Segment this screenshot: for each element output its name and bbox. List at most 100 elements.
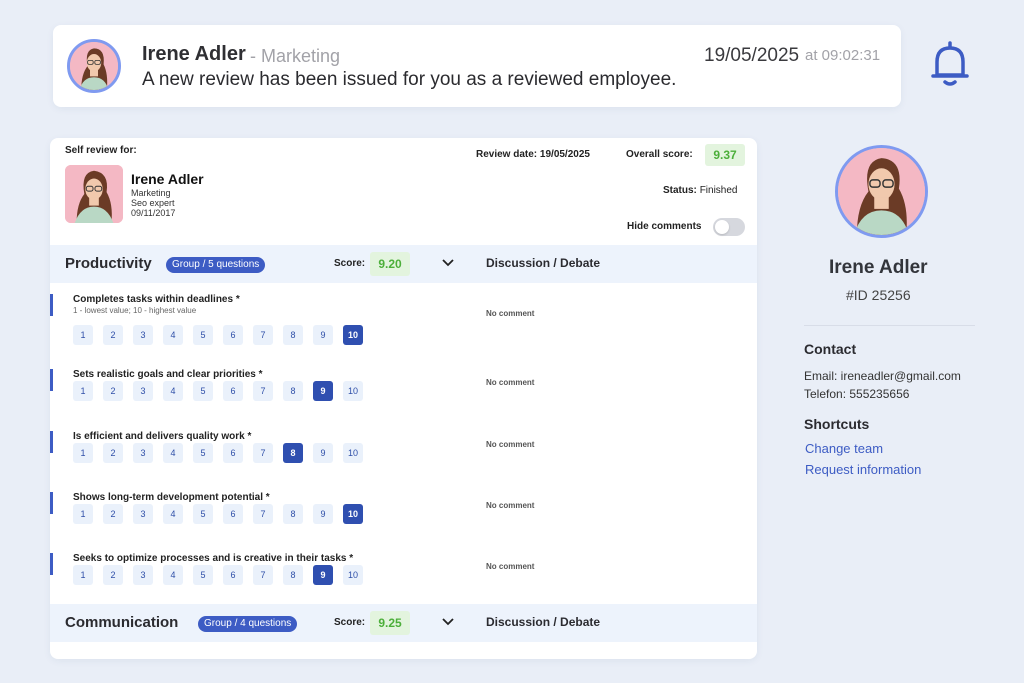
rating-option-4[interactable]: 4: [163, 325, 183, 345]
rating-option-10[interactable]: 10: [343, 325, 363, 345]
group-header-communication[interactable]: Communication Group / 4 questions Score:…: [50, 604, 757, 642]
rating-option-8[interactable]: 8: [283, 504, 303, 524]
rating-option-7[interactable]: 7: [253, 325, 273, 345]
question-marker: [50, 431, 53, 453]
rating-option-5[interactable]: 5: [193, 443, 213, 463]
rating-option-10[interactable]: 10: [343, 504, 363, 524]
shortcut-change-team[interactable]: Change team: [805, 441, 883, 456]
group-pill: Group / 5 questions: [166, 257, 266, 273]
notification-date: 19/05/2025: [704, 45, 800, 66]
rating-option-1[interactable]: 1: [73, 443, 93, 463]
rating-option-4[interactable]: 4: [163, 565, 183, 585]
discussion-link[interactable]: Discussion / Debate: [486, 615, 600, 629]
question-comment: No comment: [486, 562, 535, 571]
profile-name: Irene Adler: [829, 257, 928, 278]
group-score-badge: 9.25: [370, 611, 410, 635]
group-title: Communication: [65, 614, 179, 631]
group-score-label: Score:: [334, 258, 366, 269]
question-title: Completes tasks within deadlines *: [73, 294, 240, 305]
rating-option-3[interactable]: 3: [133, 565, 153, 585]
question-marker: [50, 294, 53, 316]
hide-comments-label: Hide comments: [627, 221, 702, 232]
rating-option-6[interactable]: 6: [223, 504, 243, 524]
rating-option-9[interactable]: 9: [313, 565, 333, 585]
group-title: Productivity: [65, 255, 152, 272]
question-item: Is efficient and delivers quality work *…: [50, 431, 757, 481]
rating-option-7[interactable]: 7: [253, 504, 273, 524]
rating-option-10[interactable]: 10: [343, 443, 363, 463]
rating-option-9[interactable]: 9: [313, 443, 333, 463]
question-marker: [50, 369, 53, 391]
rating-option-4[interactable]: 4: [163, 381, 183, 401]
overall-score-label: Overall score:: [626, 149, 693, 160]
question-title: Sets realistic goals and clear prioritie…: [73, 369, 263, 380]
notification-time: at 09:02:31: [805, 47, 881, 64]
profile-avatar: [835, 145, 928, 238]
employee-role: Seo expert: [131, 198, 175, 208]
overall-score-badge: 9.37: [705, 144, 745, 166]
rating-option-6[interactable]: 6: [223, 565, 243, 585]
rating-option-7[interactable]: 7: [253, 565, 273, 585]
rating-option-5[interactable]: 5: [193, 504, 213, 524]
rating-option-6[interactable]: 6: [223, 325, 243, 345]
status-value: Finished: [699, 185, 738, 196]
rating-option-3[interactable]: 3: [133, 381, 153, 401]
employee-department: Marketing: [131, 188, 171, 198]
rating-option-1[interactable]: 1: [73, 381, 93, 401]
rating-option-4[interactable]: 4: [163, 443, 183, 463]
rating-option-9[interactable]: 9: [313, 325, 333, 345]
question-comment: No comment: [486, 501, 535, 510]
rating-option-8[interactable]: 8: [283, 443, 303, 463]
question-item: Seeks to optimize processes and is creat…: [50, 553, 757, 603]
self-review-label: Self review for:: [65, 145, 137, 156]
rating-option-6[interactable]: 6: [223, 443, 243, 463]
rating-option-2[interactable]: 2: [103, 565, 123, 585]
rating-option-2[interactable]: 2: [103, 443, 123, 463]
question-item: Shows long-term development potential * 1…: [50, 492, 757, 542]
rating-option-3[interactable]: 3: [133, 443, 153, 463]
question-title: Seeks to optimize processes and is creat…: [73, 553, 354, 564]
contact-phone: Telefon: 555235656: [804, 387, 910, 401]
employee-date: 09/11/2017: [131, 208, 176, 218]
question-comment: No comment: [486, 378, 535, 387]
rating-option-5[interactable]: 5: [193, 565, 213, 585]
rating-option-8[interactable]: 8: [283, 565, 303, 585]
rating-option-2[interactable]: 2: [103, 504, 123, 524]
bell-icon[interactable]: [929, 40, 971, 90]
rating-option-6[interactable]: 6: [223, 381, 243, 401]
rating-option-1[interactable]: 1: [73, 504, 93, 524]
employee-avatar: [65, 165, 123, 223]
question-comment: No comment: [486, 440, 535, 449]
rating-option-1[interactable]: 1: [73, 325, 93, 345]
question-title: Is efficient and delivers quality work *: [73, 431, 252, 442]
notification-avatar: [67, 39, 121, 93]
rating-option-7[interactable]: 7: [253, 381, 273, 401]
shortcut-request-information[interactable]: Request information: [805, 462, 921, 477]
shortcuts-heading: Shortcuts: [804, 416, 870, 432]
rating-option-2[interactable]: 2: [103, 325, 123, 345]
rating-option-8[interactable]: 8: [283, 381, 303, 401]
rating-option-2[interactable]: 2: [103, 381, 123, 401]
rating-option-4[interactable]: 4: [163, 504, 183, 524]
chevron-down-icon[interactable]: [442, 618, 454, 626]
discussion-link[interactable]: Discussion / Debate: [486, 256, 600, 270]
rating-option-1[interactable]: 1: [73, 565, 93, 585]
rating-option-9[interactable]: 9: [313, 381, 333, 401]
rating-option-10[interactable]: 10: [343, 565, 363, 585]
question-item: Sets realistic goals and clear prioritie…: [50, 369, 757, 419]
rating-option-3[interactable]: 3: [133, 504, 153, 524]
rating-option-9[interactable]: 9: [313, 504, 333, 524]
chevron-down-icon[interactable]: [442, 259, 454, 267]
rating-option-8[interactable]: 8: [283, 325, 303, 345]
notification-card[interactable]: Irene Adler - Marketing A new review has…: [53, 25, 901, 107]
group-header-productivity[interactable]: Productivity Group / 5 questions Score: …: [50, 245, 757, 283]
rating-option-5[interactable]: 5: [193, 325, 213, 345]
rating-option-7[interactable]: 7: [253, 443, 273, 463]
rating-option-10[interactable]: 10: [343, 381, 363, 401]
rating-option-3[interactable]: 3: [133, 325, 153, 345]
hide-comments-toggle[interactable]: [713, 218, 745, 236]
profile-divider: [804, 325, 975, 326]
rating-scale: 1 2 3 4 5 6 7 8 9 10: [73, 381, 363, 401]
rating-option-5[interactable]: 5: [193, 381, 213, 401]
group-score-label: Score:: [334, 617, 366, 628]
